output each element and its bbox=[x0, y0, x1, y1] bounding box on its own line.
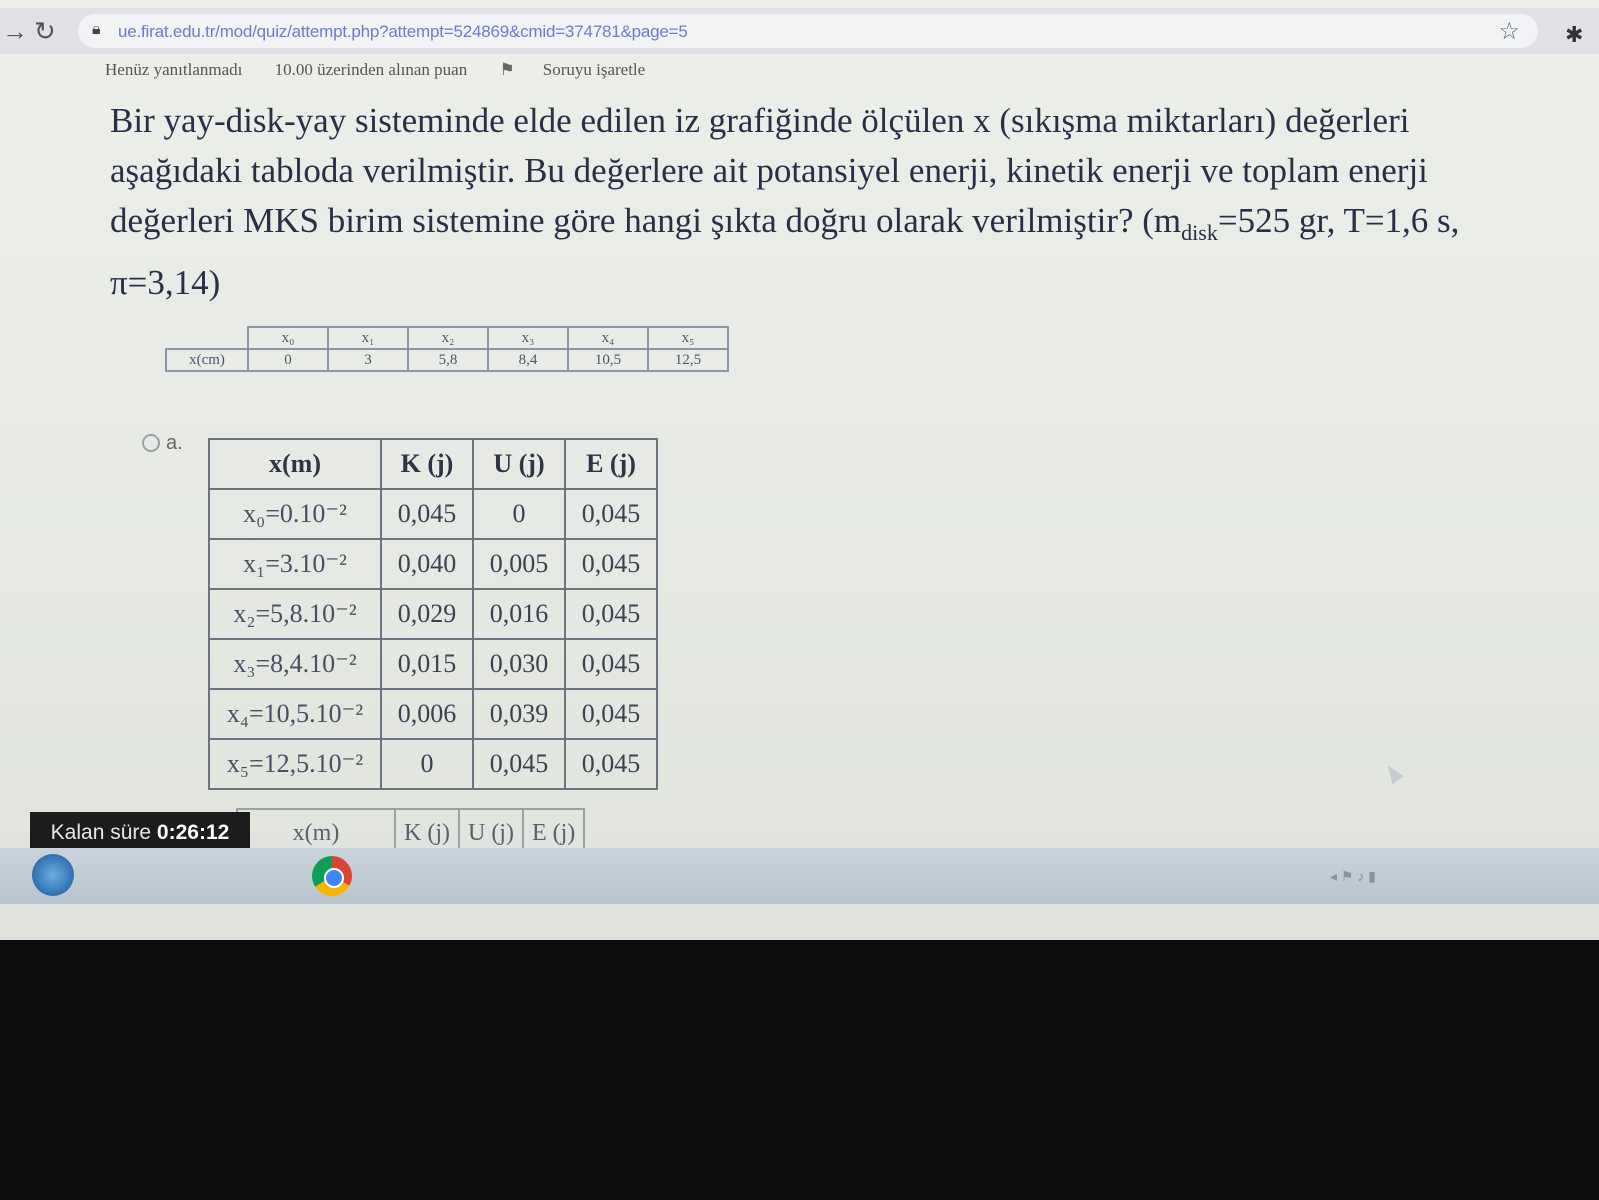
table-cell: 0,045 bbox=[564, 638, 658, 690]
table-row: x₀=0.10⁻² 0,045 0 0,045 bbox=[208, 488, 658, 540]
table-cell: 0,005 bbox=[472, 538, 566, 590]
table-cell: x₀=0.10⁻² bbox=[208, 488, 382, 540]
table-cell: 0 bbox=[380, 738, 474, 790]
data-table-cell: 0 bbox=[247, 348, 329, 372]
flag-label: Soruyu işaretle bbox=[542, 60, 646, 79]
question-text: Bir yay-disk-yay sisteminde elde edilen … bbox=[110, 96, 1540, 308]
reload-icon[interactable]: ↻ bbox=[34, 16, 56, 47]
data-table-header: x₁ bbox=[327, 326, 409, 350]
flag-icon: ⚑ bbox=[499, 60, 515, 79]
data-table-value-row: x(cm) 0 3 5,8 8,4 10,5 12,5 bbox=[165, 348, 729, 372]
table-row: x₄=10,5.10⁻² 0,006 0,039 0,045 bbox=[208, 688, 658, 740]
table-row: x₅=12,5.10⁻² 0 0,045 0,045 bbox=[208, 738, 658, 790]
table-cell: x₂=5,8.10⁻² bbox=[208, 588, 382, 640]
table-cell: 0,015 bbox=[380, 638, 474, 690]
question-subscript: disk bbox=[1181, 220, 1218, 245]
option-a-header-row: x(m) K (j) U (j) E (j) bbox=[208, 438, 658, 490]
data-table-cell: 10,5 bbox=[567, 348, 649, 372]
table-cell: 0,045 bbox=[564, 488, 658, 540]
table-cell: 0,045 bbox=[564, 538, 658, 590]
mouse-cursor-icon bbox=[1382, 761, 1404, 785]
data-table-cell: 8,4 bbox=[487, 348, 569, 372]
data-table-header: x₃ bbox=[487, 326, 569, 350]
option-a-table: x(m) K (j) U (j) E (j) x₀=0.10⁻² 0,045 0… bbox=[208, 438, 658, 790]
flag-question-link[interactable]: ⚑ Soruyu işaretle bbox=[499, 60, 673, 79]
table-cell: 0,045 bbox=[564, 688, 658, 740]
table-cell: 0,029 bbox=[380, 588, 474, 640]
timer-value: 0:26:12 bbox=[156, 821, 230, 844]
option-a-label[interactable]: a. bbox=[166, 432, 183, 455]
browser-toolbar: → ↻ 🔒︎ ue.firat.edu.tr/mod/quiz/attempt.… bbox=[0, 8, 1599, 54]
table-cell: x₄=10,5.10⁻² bbox=[208, 688, 382, 740]
chrome-icon[interactable] bbox=[312, 856, 352, 896]
data-table-cell: 5,8 bbox=[407, 348, 489, 372]
table-cell: 0,045 bbox=[472, 738, 566, 790]
table-row: x₂=5,8.10⁻² 0,029 0,016 0,045 bbox=[208, 588, 658, 640]
option-a-header: E (j) bbox=[564, 438, 658, 490]
url-text: ue.firat.edu.tr/mod/quiz/attempt.php?att… bbox=[118, 22, 688, 41]
windows-taskbar: ◂ ⚑ ♪ ▮ bbox=[0, 848, 1599, 904]
data-table-row-label: x(cm) bbox=[165, 348, 249, 372]
option-a-radio[interactable] bbox=[142, 434, 160, 452]
data-table-header: x₅ bbox=[647, 326, 729, 350]
table-cell: 0,039 bbox=[472, 688, 566, 740]
timer-label: Kalan süre bbox=[50, 821, 152, 844]
data-table-header: x₀ bbox=[247, 326, 329, 350]
data-table-header: x₄ bbox=[567, 326, 649, 350]
displacement-data-table: x₀ x₁ x₂ x₃ x₄ x₅ x(cm) 0 3 5,8 8,4 10,5… bbox=[165, 326, 729, 372]
answer-status: Henüz yanıtlanmadı bbox=[105, 60, 243, 79]
back-arrow-icon[interactable]: → bbox=[2, 16, 28, 47]
data-table-header-row: x₀ x₁ x₂ x₃ x₄ x₅ bbox=[166, 326, 729, 350]
points-info: 10.00 üzerinden alınan puan bbox=[274, 60, 468, 79]
option-a-header: x(m) bbox=[208, 438, 382, 490]
table-cell: 0,045 bbox=[564, 588, 658, 640]
option-a-header: K (j) bbox=[380, 438, 474, 490]
extension-puzzle-icon[interactable]: ✱ bbox=[1565, 22, 1583, 48]
table-cell: x₁=3.10⁻² bbox=[208, 538, 382, 590]
table-row: x₁=3.10⁻² 0,040 0,005 0,045 bbox=[208, 538, 658, 590]
bookmark-star-icon[interactable]: ☆ bbox=[1498, 17, 1520, 46]
table-cell: x₃=8,4.10⁻² bbox=[208, 638, 382, 690]
data-table-header: x₂ bbox=[407, 326, 489, 350]
table-cell: 0,045 bbox=[380, 488, 474, 540]
address-bar[interactable]: 🔒︎ ue.firat.edu.tr/mod/quiz/attempt.php?… bbox=[78, 14, 1538, 48]
table-cell: 0,030 bbox=[472, 638, 566, 690]
table-cell: x₅=12,5.10⁻² bbox=[208, 738, 382, 790]
table-cell: 0 bbox=[472, 488, 566, 540]
table-row: x₃=8,4.10⁻² 0,015 0,030 0,045 bbox=[208, 638, 658, 690]
windows-start-icon[interactable] bbox=[32, 854, 74, 896]
data-table-corner bbox=[166, 327, 249, 350]
data-table-cell: 3 bbox=[327, 348, 409, 372]
system-tray-icons[interactable]: ◂ ⚑ ♪ ▮ bbox=[1330, 868, 1376, 885]
table-cell: 0,040 bbox=[380, 538, 474, 590]
table-cell: 0,006 bbox=[380, 688, 474, 740]
option-a-header: U (j) bbox=[472, 438, 566, 490]
table-cell: 0,016 bbox=[472, 588, 566, 640]
table-cell: 0,045 bbox=[564, 738, 658, 790]
data-table-cell: 12,5 bbox=[647, 348, 729, 372]
lock-icon: 🔒︎ bbox=[92, 21, 101, 38]
laptop-screen: → ↻ 🔒︎ ue.firat.edu.tr/mod/quiz/attempt.… bbox=[0, 0, 1599, 940]
quiz-info-row: Henüz yanıtlanmadı 10.00 üzerinden alına… bbox=[105, 60, 701, 80]
